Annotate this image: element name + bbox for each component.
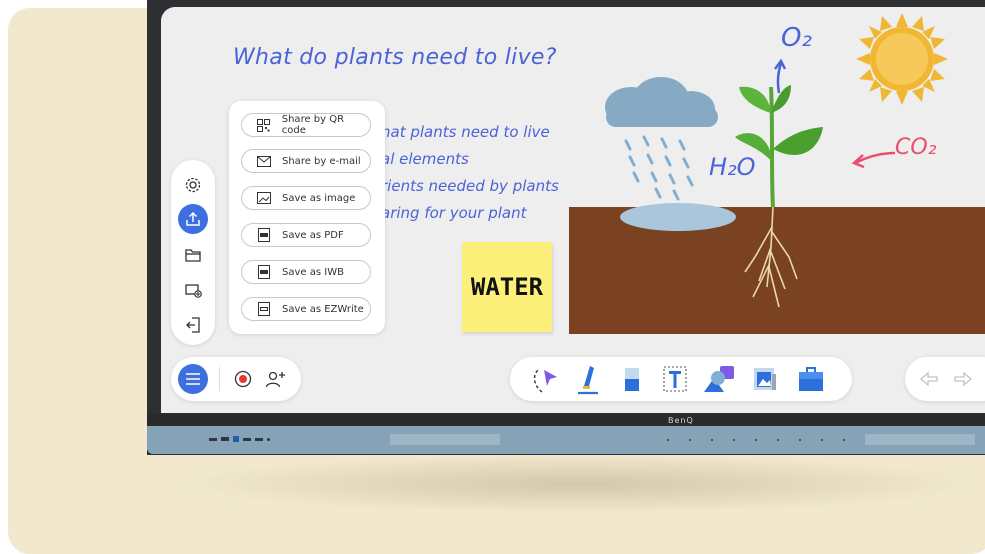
plant-illustration-icon[interactable] xyxy=(731,67,841,317)
redo-icon xyxy=(954,371,972,387)
side-toolbar xyxy=(171,160,215,345)
divider xyxy=(219,367,220,391)
add-user-icon xyxy=(265,371,285,388)
eraser-icon xyxy=(625,368,639,391)
redo-button[interactable] xyxy=(953,369,973,389)
save-pdf-label: Save as PDF xyxy=(282,229,344,241)
monitor-shadow xyxy=(180,454,980,514)
main-menu-button[interactable] xyxy=(178,364,208,394)
shape-tool-button[interactable] xyxy=(704,364,738,394)
note-line: aring for your plant xyxy=(381,204,527,222)
save-ezwrite-button[interactable]: Save as EZWrite xyxy=(241,297,371,321)
save-iwb-button[interactable]: Save as IWB xyxy=(241,260,371,284)
lesson-notes: hat plants need to live al elements rien… xyxy=(381,119,559,227)
pen-tool-button[interactable] xyxy=(572,362,604,396)
folder-icon xyxy=(185,249,201,262)
text-tool-button[interactable] xyxy=(660,364,690,394)
undo-button[interactable] xyxy=(919,369,939,389)
insert-image-icon xyxy=(754,368,776,390)
save-ezwrite-label: Save as EZWrite xyxy=(282,303,364,315)
o2-arrow-icon xyxy=(774,58,787,94)
eraser-tool-button[interactable] xyxy=(618,364,646,394)
settings-button[interactable] xyxy=(178,170,208,200)
note-line: rients needed by plants xyxy=(381,177,559,195)
io-ports xyxy=(209,436,270,442)
front-sensors xyxy=(667,439,845,441)
share-email-label: Share by e-mail xyxy=(282,155,361,167)
o2-label: O₂ xyxy=(781,23,812,53)
toolbox-icon xyxy=(799,367,823,391)
exit-icon xyxy=(186,317,200,333)
export-icon xyxy=(186,211,200,226)
brand-logo: BenQ xyxy=(668,416,694,425)
note-line: al elements xyxy=(381,150,469,168)
add-screen-button[interactable] xyxy=(178,275,208,305)
note-line: hat plants need to live xyxy=(381,123,550,141)
toolbox-button[interactable] xyxy=(796,364,826,394)
shapes-icon xyxy=(704,366,734,392)
monitor-bezel xyxy=(147,414,985,426)
text-box-icon xyxy=(663,366,687,392)
save-iwb-label: Save as IWB xyxy=(282,266,344,278)
speaker-grille-right xyxy=(865,434,975,445)
gear-icon xyxy=(185,177,201,193)
record-button[interactable] xyxy=(231,367,255,391)
speaker-grille-left xyxy=(390,434,500,445)
save-pdf-button[interactable]: Save as PDF xyxy=(241,223,371,247)
record-icon xyxy=(234,370,252,388)
share-email-button[interactable]: Share by e-mail xyxy=(241,149,371,173)
sticky-note-text: WATER xyxy=(470,273,544,301)
history-pill xyxy=(905,357,985,401)
share-menu-panel: Share by QR code Share by e-mail Save as… xyxy=(229,101,385,334)
save-image-label: Save as image xyxy=(282,192,356,204)
share-qr-label: Share by QR code xyxy=(281,114,345,136)
save-image-button[interactable]: Save as image xyxy=(241,186,371,210)
ezwrite-icon xyxy=(256,301,272,317)
pdf-icon xyxy=(256,227,272,243)
hamburger-menu-icon xyxy=(186,373,200,385)
qr-code-icon xyxy=(256,117,272,133)
invite-user-button[interactable] xyxy=(264,367,288,391)
whiteboard-canvas[interactable]: What do plants need to live? hat plants … xyxy=(161,7,985,413)
co2-arrow-icon xyxy=(851,151,896,169)
undo-icon xyxy=(920,371,938,387)
export-button[interactable] xyxy=(178,204,208,234)
image-icon xyxy=(256,190,272,206)
insert-image-button[interactable] xyxy=(750,364,780,394)
add-screen-icon xyxy=(185,284,202,298)
co2-label: CO₂ xyxy=(895,135,937,160)
mail-icon xyxy=(256,153,272,169)
main-menu-pill xyxy=(171,357,301,401)
sun-icon[interactable] xyxy=(856,13,948,105)
open-folder-button[interactable] xyxy=(178,240,208,270)
select-tool-button[interactable] xyxy=(530,364,562,394)
monitor-bottom-bar xyxy=(147,426,985,454)
sticky-note[interactable]: WATER xyxy=(462,242,552,332)
drawing-toolbar xyxy=(510,357,852,401)
share-qr-button[interactable]: Share by QR code xyxy=(241,113,371,137)
iwb-icon xyxy=(256,264,272,280)
pen-icon xyxy=(578,366,598,395)
lasso-select-icon xyxy=(533,369,557,393)
lesson-title: What do plants need to live? xyxy=(233,45,557,70)
exit-button[interactable] xyxy=(178,310,208,340)
